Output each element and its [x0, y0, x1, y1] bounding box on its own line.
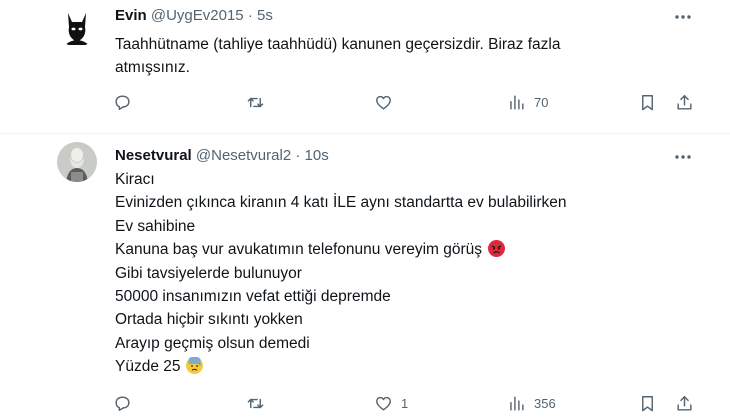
like-icon [376, 95, 391, 110]
retweet-icon [247, 398, 264, 408]
tweet-line: Kanuna baş vur avukatımın telefonunu ver… [115, 238, 566, 261]
reply-icon [115, 395, 130, 411]
tweet-2[interactable]: Nesetvural @Nesetvural2 · 10s Kiracı Evi… [0, 134, 730, 420]
more-icon[interactable] [673, 7, 693, 27]
tweet-line-text: Yüzde 25 [115, 358, 181, 376]
share-button[interactable] [675, 392, 694, 414]
timestamp[interactable]: 5s [257, 7, 273, 24]
views-button[interactable]: 356 [507, 392, 556, 414]
user-handle[interactable]: @UygEv2015 [151, 7, 244, 24]
separator-dot: · [295, 147, 301, 164]
timestamp[interactable]: 10s [305, 147, 329, 164]
view-count: 70 [534, 94, 549, 110]
share-icon [677, 395, 692, 411]
like-count: 1 [401, 395, 409, 411]
like-button[interactable] [374, 91, 401, 113]
tweet-line: Ev sahibine [115, 217, 196, 235]
retweet-icon [247, 97, 264, 107]
like-icon [376, 396, 391, 411]
action-bar: 70 [0, 91, 730, 113]
display-name[interactable]: Nesetvural [115, 147, 192, 164]
views-icon [510, 395, 524, 411]
user-handle[interactable]: @Nesetvural2 [196, 147, 291, 164]
tweet-line-text: Kanuna baş vur avukatımın telefonunu ver… [115, 241, 483, 259]
tweet-1[interactable]: Evin @UygEv2015 · 5s Taahhütname (tahliy… [0, 0, 730, 133]
tweet-line: atmışsınız. [115, 59, 190, 77]
bookmark-button[interactable] [638, 392, 657, 414]
tweet-line: Yüzde 25 [115, 355, 566, 378]
more-icon[interactable] [673, 147, 693, 167]
bookmark-icon [642, 94, 653, 110]
tweet-header: Nesetvural @Nesetvural2 · 10s [115, 146, 329, 166]
tweet-line: Taahhütname (tahliye taahhüdü) kanunen g… [115, 36, 561, 53]
tweet-text: Taahhütname (tahliye taahhüdü) kanunen g… [115, 33, 560, 80]
views-button[interactable]: 70 [507, 91, 548, 113]
action-bar: 1 356 [0, 392, 730, 414]
cat-silhouette-avatar-icon [65, 13, 89, 45]
retweet-button[interactable] [246, 392, 273, 414]
bookmark-button[interactable] [638, 91, 657, 113]
tweet-line: Gibi tavsiyelerde bulunuyor [115, 264, 302, 282]
tweet-line: Evinizden çıkınca kiranın 4 katı İLE ayn… [115, 194, 567, 212]
avatar[interactable] [57, 142, 97, 182]
tweet-line: 50000 insanımızın vefat ettiği depremde [115, 288, 391, 306]
tweet-text: Kiracı Evinizden çıkınca kiranın 4 katı … [115, 168, 566, 379]
person-photo-avatar-icon [57, 142, 97, 182]
tweet-header: Evin @UygEv2015 · 5s [115, 6, 273, 26]
tweet-line: Ortada hiçbir sıkıntı yokken [115, 311, 303, 329]
retweet-button[interactable] [246, 91, 273, 113]
tweet-line: Arayıp geçmiş olsun demedi [115, 334, 310, 352]
tweet-line: Kiracı [115, 171, 155, 188]
angry-face-emoji [488, 240, 506, 258]
avatar[interactable] [57, 7, 97, 47]
reply-icon [115, 94, 130, 110]
views-icon [510, 94, 524, 110]
like-button[interactable]: 1 [374, 392, 408, 414]
display-name[interactable]: Evin [115, 7, 147, 24]
reply-button[interactable] [113, 91, 140, 113]
reply-button[interactable] [113, 392, 140, 414]
share-icon [677, 94, 692, 110]
view-count: 356 [534, 395, 556, 411]
sad-sweat-face-emoji [185, 356, 203, 375]
bookmark-icon [642, 395, 653, 411]
share-button[interactable] [675, 91, 694, 113]
separator-dot: · [247, 7, 253, 24]
